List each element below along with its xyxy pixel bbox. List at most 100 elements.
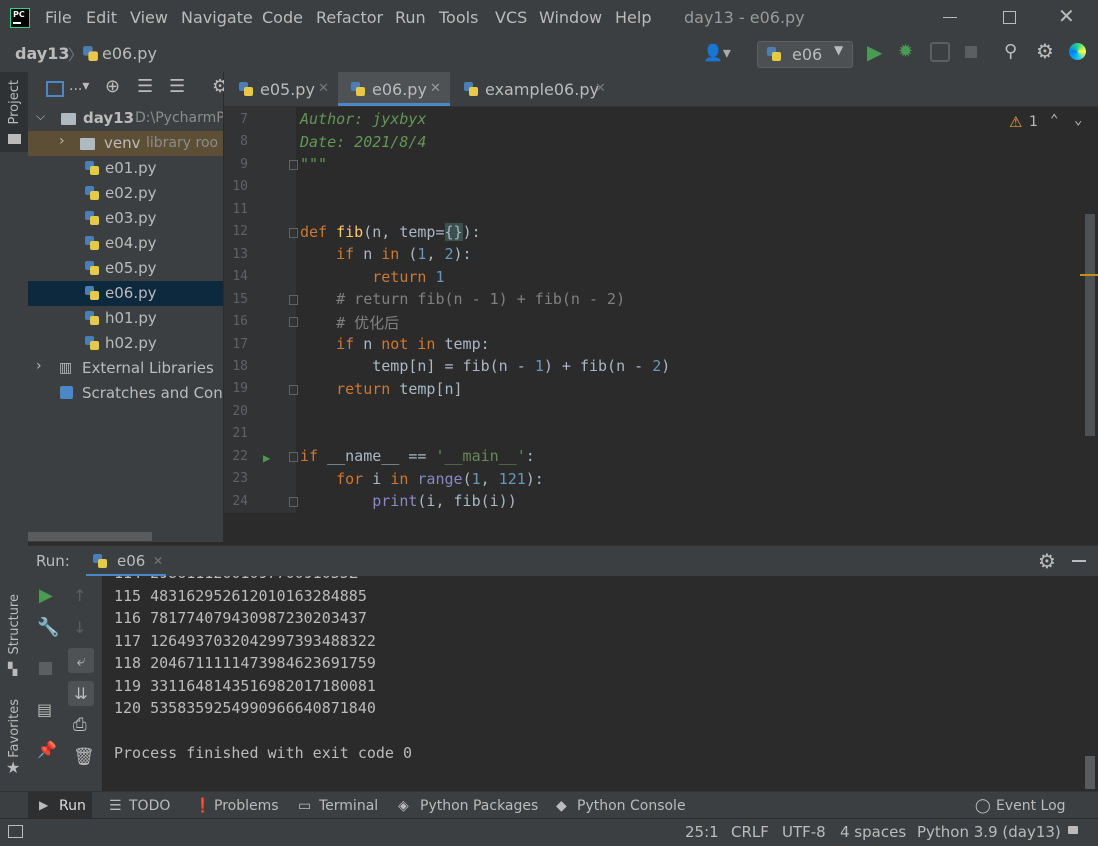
tree-file[interactable]: e04.py (28, 231, 223, 256)
locate-icon[interactable]: ⊕ (105, 76, 120, 97)
debug-icon[interactable]: ✹ (898, 41, 913, 62)
tab-e06[interactable]: e06.py ✕ (338, 72, 450, 106)
scroll-up-icon[interactable]: ↑ (73, 586, 86, 605)
scroll-down-icon[interactable]: ↓ (73, 618, 86, 637)
menu-view[interactable]: View (130, 8, 168, 27)
tree-external-libraries[interactable]: › ▥ External Libraries (28, 356, 223, 381)
python-interpreter[interactable]: Python 3.9 (day13) (917, 823, 1061, 841)
stop-icon[interactable] (39, 662, 52, 675)
tree-file[interactable]: e02.py (28, 181, 223, 206)
expand-all-icon[interactable]: ☰ (137, 76, 153, 97)
tool-tab-terminal[interactable]: Terminal (319, 798, 378, 814)
close-icon[interactable]: ✕ (1058, 4, 1075, 28)
stop-icon[interactable] (965, 46, 977, 58)
project-view-icon[interactable] (46, 81, 64, 97)
layout-icon[interactable]: ▤ (37, 700, 52, 719)
collapse-all-icon[interactable]: ☰ (169, 76, 185, 97)
breadcrumb-file[interactable]: e06.py (102, 44, 157, 63)
caret-position[interactable]: 25:1 (685, 823, 719, 841)
next-highlight-icon[interactable]: ⌄ (1074, 112, 1082, 128)
trash-icon[interactable]: 🗑 (73, 747, 95, 767)
warning-count[interactable]: 1 (1029, 114, 1038, 130)
tree-root[interactable]: ⌵ day13 D:\PycharmP (28, 106, 223, 131)
fold-marker-icon[interactable] (289, 295, 298, 305)
user-icon[interactable]: 👤▾ (703, 43, 731, 62)
tool-tab-todo[interactable]: TODO (129, 798, 170, 814)
run-icon[interactable]: ▶ (867, 40, 882, 64)
breadcrumb-project[interactable]: day13 (15, 44, 69, 63)
tree-scratches[interactable]: Scratches and Cons (28, 381, 223, 406)
fold-marker-icon[interactable] (289, 452, 298, 462)
scroll-to-end-icon[interactable]: ⇊ (68, 681, 94, 706)
menu-vcs[interactable]: VCS (495, 8, 527, 27)
tab-example06[interactable]: example06.py ✕ (450, 72, 618, 106)
minimize-icon[interactable] (943, 17, 957, 18)
tree-venv[interactable]: › venv library roo (28, 131, 223, 156)
tree-file[interactable]: e06.py (28, 281, 223, 306)
menu-refactor[interactable]: Refactor (316, 8, 383, 27)
fold-marker-icon[interactable] (289, 497, 298, 507)
favorites-tool-label[interactable]: Favorites (7, 699, 22, 758)
menu-file[interactable]: File (45, 8, 72, 27)
tree-file[interactable]: h01.py (28, 306, 223, 331)
warning-icon[interactable]: ⚠ (1009, 113, 1022, 131)
menu-tools[interactable]: Tools (439, 8, 478, 27)
rerun-icon[interactable]: ▶ (39, 585, 53, 606)
project-toolbar: ...▾ ⊕ ☰ ☰ ⚙ (28, 72, 228, 106)
maximize-icon[interactable] (1003, 11, 1016, 24)
menu-window[interactable]: Window (539, 8, 602, 27)
menu-help[interactable]: Help (615, 8, 651, 27)
tree-file[interactable]: e01.py (28, 156, 223, 181)
tree-file[interactable]: e05.py (28, 256, 223, 281)
console-scrollbar[interactable] (1085, 756, 1095, 789)
run-config-selector[interactable]: e06 ▼ (757, 41, 853, 68)
tree-file[interactable]: h02.py (28, 331, 223, 356)
lock-icon[interactable] (1068, 826, 1078, 834)
run-console-output[interactable]: 114 2986111260109770091035Z 115 483162952… (102, 576, 1098, 791)
horizontal-scrollbar[interactable] (28, 532, 152, 541)
menu-navigate[interactable]: Navigate (181, 8, 253, 27)
code-editor[interactable]: 7 8 9 10 11 12 13 14 15 16 17 18 19 20 21 22 23 24 ▶ Auth… (224, 107, 1098, 513)
tool-tab-python-packages[interactable]: Python Packages (420, 798, 538, 814)
soft-wrap-icon[interactable]: ⤶ (68, 648, 94, 673)
tool-tab-problems[interactable]: Problems (214, 798, 279, 814)
coverage-icon[interactable] (930, 42, 950, 62)
tab-e05[interactable]: e05.py ✕ (224, 72, 338, 106)
view-mode-dropdown[interactable]: ...▾ (69, 78, 89, 94)
previous-highlight-icon[interactable]: ⌃ (1050, 112, 1058, 128)
editor-scrollbar[interactable] (1085, 214, 1095, 436)
menu-code[interactable]: Code (262, 8, 303, 27)
warning-marker[interactable] (1080, 274, 1098, 276)
hide-panel-icon[interactable] (1072, 560, 1086, 562)
fold-marker-icon[interactable] (289, 385, 298, 395)
pin-icon[interactable]: 📌 (37, 740, 57, 759)
indent-setting[interactable]: 4 spaces (840, 823, 906, 841)
print-icon[interactable]: ⎙ (73, 715, 87, 735)
menu-edit[interactable]: Edit (86, 8, 117, 27)
fold-marker-icon[interactable] (289, 317, 298, 327)
search-icon[interactable]: ⚲ (1004, 41, 1017, 62)
file-encoding[interactable]: UTF-8 (782, 823, 826, 841)
tool-tab-python-console[interactable]: Python Console (577, 798, 686, 814)
gear-icon[interactable]: ⚙ (1036, 39, 1054, 63)
plugin-logo-icon[interactable] (1069, 43, 1086, 60)
run-tab-e06[interactable]: e06 (117, 552, 145, 570)
line-separator[interactable]: CRLF (731, 823, 769, 841)
project-tool-label[interactable]: Project (7, 80, 22, 124)
fold-marker-icon[interactable] (289, 160, 298, 170)
run-gutter-icon[interactable]: ▶ (263, 451, 270, 465)
fold-marker-icon[interactable] (289, 228, 298, 238)
run-settings-gear-icon[interactable]: ⚙ (1038, 549, 1056, 573)
wrench-icon[interactable]: 🔧 (37, 617, 59, 638)
tool-tab-run[interactable]: ▶ Run (28, 792, 92, 819)
tool-windows-icon[interactable] (8, 825, 23, 838)
structure-tool-label[interactable]: Structure (7, 594, 22, 654)
python-file-icon (351, 82, 365, 96)
menu-run[interactable]: Run (395, 8, 426, 27)
tab-close-icon[interactable]: ✕ (318, 81, 329, 96)
tab-close-icon[interactable]: ✕ (595, 81, 606, 96)
tool-tab-event-log[interactable]: Event Log (996, 798, 1066, 814)
run-tab-close-icon[interactable]: ✕ (153, 554, 163, 568)
tab-close-icon[interactable]: ✕ (430, 81, 441, 96)
tree-file[interactable]: e03.py (28, 206, 223, 231)
